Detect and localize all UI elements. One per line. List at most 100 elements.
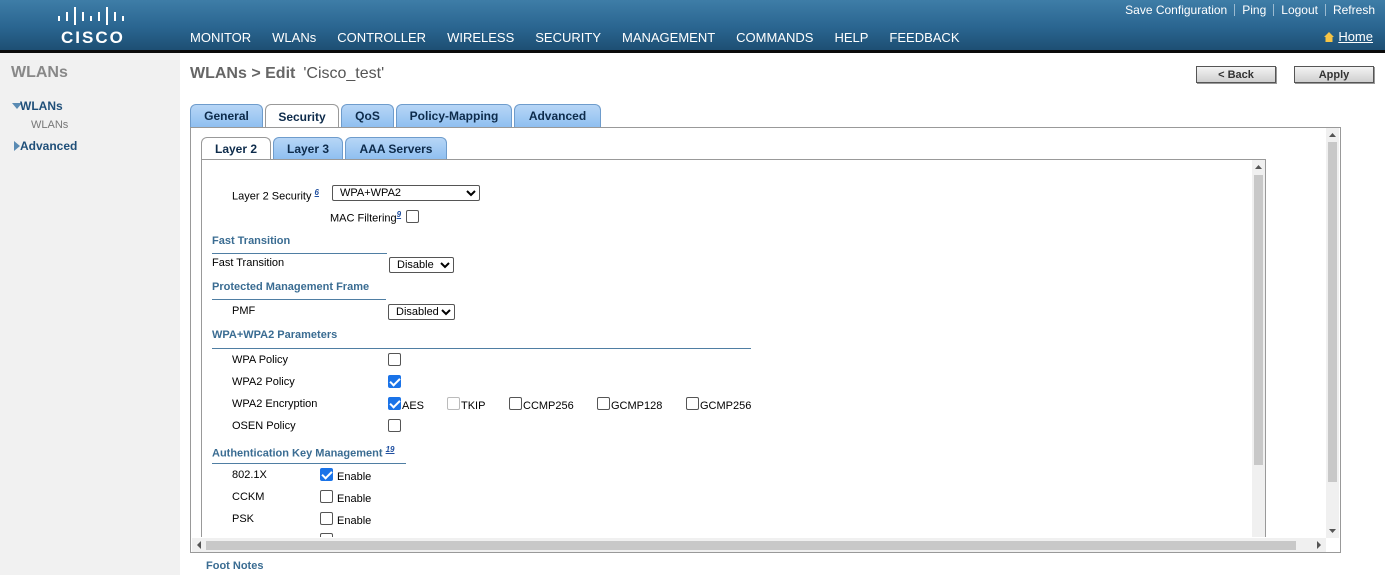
layer2-security-label: Layer 2 Security 6 <box>232 188 319 203</box>
subtab-bar: Layer 2 Layer 3 AAA Servers <box>201 137 449 160</box>
akm-8021x-checkbox[interactable] <box>320 468 333 481</box>
gcmp128-label: GCMP128 <box>611 400 663 412</box>
scroll-up-icon[interactable] <box>1326 130 1339 140</box>
section-divider <box>212 463 406 464</box>
sidebar-title: WLANs <box>11 64 68 81</box>
fast-transition-select[interactable]: Disable <box>389 257 454 273</box>
akm-ft-checkbox[interactable] <box>320 533 333 537</box>
tab-security[interactable]: Security <box>265 104 339 128</box>
nav-monitor[interactable]: MONITOR <box>190 30 251 51</box>
enable-label: Enable <box>337 515 372 527</box>
pmf-section: Protected Management Frame <box>212 281 370 293</box>
wpa-policy-label: WPA Policy <box>232 354 289 366</box>
tab-aaa-servers[interactable]: AAA Servers <box>345 137 447 159</box>
akm-cckm-label: CCKM <box>232 491 265 503</box>
nav-commands[interactable]: COMMANDS <box>736 30 813 51</box>
home-link[interactable]: Home <box>1338 29 1373 44</box>
gcmp256-label: GCMP256 <box>700 400 752 412</box>
nav-wireless[interactable]: WIRELESS <box>447 30 514 51</box>
section-divider <box>212 348 751 349</box>
horizontal-scrollbar[interactable] <box>192 538 1326 552</box>
cisco-logo: CISCO <box>52 6 132 47</box>
akm-cckm-checkbox[interactable] <box>320 490 333 503</box>
nav-wlans[interactable]: WLANs <box>270 30 319 53</box>
fast-transition-section: Fast Transition <box>212 235 291 247</box>
main-nav: MONITOR WLANs CONTROLLER WIRELESS SECURI… <box>190 30 981 53</box>
osen-policy-checkbox[interactable] <box>388 419 401 432</box>
tkip-label: TKIP <box>461 400 486 412</box>
aes-checkbox[interactable] <box>388 397 401 410</box>
wpa2-policy-checkbox[interactable] <box>388 375 401 388</box>
aes-label: AES <box>402 400 425 412</box>
sidebar: WLANs WLANs WLANs Advanced <box>0 53 180 575</box>
akm-8021x-label: 802.1X <box>232 469 267 481</box>
akm-psk-checkbox[interactable] <box>320 512 333 525</box>
pmf-select[interactable]: Disabled <box>388 304 455 320</box>
scroll-thumb[interactable] <box>206 541 1296 550</box>
separator <box>1273 4 1275 16</box>
gcmp128-checkbox[interactable] <box>597 397 610 410</box>
mac-filtering-label: MAC Filtering9 <box>330 210 401 225</box>
separator <box>1234 4 1236 16</box>
akm-section-text: Authentication Key Management <box>212 447 383 460</box>
wlan-name: 'Cisco_test' <box>303 65 385 82</box>
scroll-down-icon[interactable] <box>1326 526 1339 536</box>
sidebar-item-wlans[interactable]: WLANs <box>12 99 63 113</box>
inner-vertical-scrollbar[interactable] <box>1252 160 1265 537</box>
nav-feedback[interactable]: FEEDBACK <box>889 30 959 51</box>
akm-psk-label: PSK <box>232 513 255 525</box>
nav-controller[interactable]: CONTROLLER <box>337 30 426 51</box>
layer2-panel: Layer 2 Security 6 WPA+WPA2 MAC Filterin… <box>201 159 1266 537</box>
foot-notes-heading: Foot Notes <box>206 560 264 572</box>
tab-layer-2[interactable]: Layer 2 <box>201 137 271 160</box>
outer-vertical-scrollbar[interactable] <box>1326 128 1339 538</box>
scroll-thumb[interactable] <box>1254 175 1263 465</box>
section-divider <box>212 299 386 300</box>
save-configuration-link[interactable]: Save Configuration <box>1125 3 1227 17</box>
tab-qos[interactable]: QoS <box>341 104 394 127</box>
footnote-link[interactable]: 9 <box>397 210 401 219</box>
tab-bar: General Security QoS Policy-Mapping Adva… <box>190 104 603 128</box>
footnote-link[interactable]: 19 <box>386 445 395 454</box>
page-title: WLANs > Edit 'Cisco_test' <box>190 65 384 83</box>
tab-general[interactable]: General <box>190 104 263 127</box>
sidebar-item-advanced[interactable]: Advanced <box>12 139 77 153</box>
top-header: CISCO Save Configuration Ping Logout Ref… <box>0 0 1385 53</box>
wpa2-policy-label: WPA2 Policy <box>232 376 295 388</box>
refresh-link[interactable]: Refresh <box>1333 3 1375 17</box>
wpa-policy-checkbox[interactable] <box>388 353 401 366</box>
nav-management[interactable]: MANAGEMENT <box>622 30 715 51</box>
scroll-up-icon[interactable] <box>1252 162 1265 172</box>
scroll-left-icon[interactable] <box>194 538 204 552</box>
mac-filtering-checkbox[interactable] <box>406 210 419 223</box>
footnote-link[interactable]: 6 <box>315 188 319 197</box>
home-link-wrap[interactable]: Home <box>1323 29 1373 44</box>
page-title-text: WLANs > Edit <box>190 65 296 82</box>
section-divider <box>212 253 387 254</box>
ping-link[interactable]: Ping <box>1242 3 1266 17</box>
sidebar-subitem-wlans[interactable]: WLANs <box>31 119 68 131</box>
nav-security[interactable]: SECURITY <box>535 30 601 51</box>
enable-label: Enable <box>337 493 372 505</box>
gcmp256-checkbox[interactable] <box>686 397 699 410</box>
tab-advanced[interactable]: Advanced <box>514 104 601 127</box>
fast-transition-label: Fast Transition <box>212 257 285 269</box>
wpa-parameters-section: WPA+WPA2 Parameters <box>212 329 338 341</box>
tab-policy-mapping[interactable]: Policy-Mapping <box>396 104 512 127</box>
enable-label: Enable <box>337 471 372 483</box>
ccmp256-label: CCMP256 <box>523 400 574 412</box>
cisco-bars-icon <box>58 7 124 25</box>
back-button[interactable]: < Back <box>1196 66 1276 83</box>
osen-policy-label: OSEN Policy <box>232 420 296 432</box>
nav-help[interactable]: HELP <box>834 30 868 51</box>
scroll-thumb[interactable] <box>1328 142 1337 482</box>
mac-filtering-text: MAC Filtering <box>330 212 397 225</box>
wpa2-encryption-label: WPA2 Encryption <box>232 398 318 410</box>
ccmp256-checkbox[interactable] <box>509 397 522 410</box>
layer2-security-select[interactable]: WPA+WPA2 <box>332 185 480 201</box>
tab-layer-3[interactable]: Layer 3 <box>273 137 343 159</box>
scroll-right-icon[interactable] <box>1314 538 1324 552</box>
logout-link[interactable]: Logout <box>1281 3 1318 17</box>
apply-button[interactable]: Apply <box>1294 66 1374 83</box>
header-divider <box>0 50 1385 53</box>
